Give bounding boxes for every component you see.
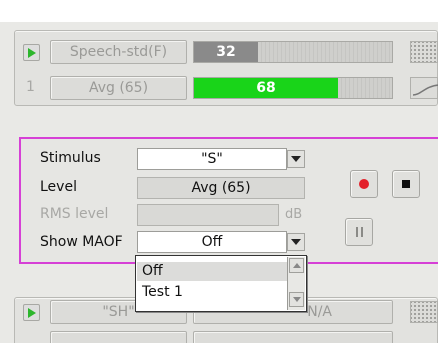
show-maof-dropdown-list[interactable]: Off Test 1	[135, 255, 307, 312]
dropdown-option-off[interactable]: Off	[137, 262, 287, 281]
rms-level-label: RMS level	[40, 206, 109, 222]
status-field-bottom-row2	[193, 331, 393, 343]
curve-icon[interactable]	[410, 77, 438, 99]
scroll-down-button[interactable]	[289, 292, 304, 307]
stop-icon	[402, 180, 410, 188]
rms-level-field	[137, 204, 279, 226]
level-meter-value-row1: 32	[216, 44, 236, 60]
level-meter-fill-row2: 68	[194, 78, 338, 98]
scroll-up-button[interactable]	[289, 258, 304, 273]
dropdown-option-label: Off	[142, 263, 163, 279]
stimulus-dropdown-arrow[interactable]	[287, 150, 305, 168]
scroll-down-icon	[292, 297, 301, 302]
level-meter-value-row2: 68	[256, 80, 276, 96]
window-top-strip	[0, 0, 438, 22]
pause-icon	[355, 227, 363, 237]
play-icon	[27, 47, 36, 58]
level-label: Level	[40, 179, 77, 195]
preset-field-row2[interactable]: Avg (65)	[50, 76, 187, 100]
record-icon	[359, 179, 369, 189]
chevron-down-icon	[291, 156, 301, 162]
dropdown-scrollbar[interactable]	[287, 257, 305, 310]
grid-icon[interactable]	[410, 41, 438, 63]
rms-level-unit: dB	[285, 207, 303, 222]
preset-field-bottom-row2	[50, 331, 187, 343]
channel-index: 1	[26, 79, 35, 95]
scroll-up-icon	[292, 263, 301, 268]
status-value-bottom: N/A	[307, 304, 332, 320]
show-maof-value: Off	[201, 234, 223, 250]
play-button-row1[interactable]	[23, 44, 40, 61]
level-meter-fill-row1: 32	[194, 42, 258, 62]
preset-label-row1: Speech-std(F)	[69, 44, 168, 60]
play-icon	[27, 307, 36, 318]
show-maof-dropdown-arrow[interactable]	[287, 233, 305, 251]
grid-icon[interactable]	[410, 301, 438, 323]
stop-button[interactable]	[392, 170, 420, 198]
level-value: Avg (65)	[191, 180, 251, 196]
stimulus-select[interactable]: "S"	[137, 148, 287, 170]
preset-field-row1[interactable]: Speech-std(F)	[50, 40, 187, 64]
preset-label-row2: Avg (65)	[88, 80, 149, 96]
dropdown-option-label: Test 1	[142, 284, 183, 300]
stimulus-label: Stimulus	[40, 150, 101, 166]
dropdown-option-test-1[interactable]: Test 1	[137, 283, 287, 302]
show-maof-select[interactable]: Off	[137, 231, 287, 253]
curve-icon-glyph	[412, 84, 438, 96]
stimulus-value: "S"	[201, 151, 223, 167]
show-maof-label: Show MAOF	[40, 234, 123, 250]
record-button[interactable]	[350, 170, 378, 198]
chevron-down-icon	[291, 239, 301, 245]
level-field: Avg (65)	[137, 177, 305, 199]
play-button-bottom[interactable]	[23, 304, 40, 321]
level-meter-row2: 68	[193, 77, 393, 99]
level-meter-row1: 32	[193, 41, 393, 63]
preset-label-bottom: "SH"	[102, 304, 135, 320]
pause-button[interactable]	[345, 218, 373, 246]
